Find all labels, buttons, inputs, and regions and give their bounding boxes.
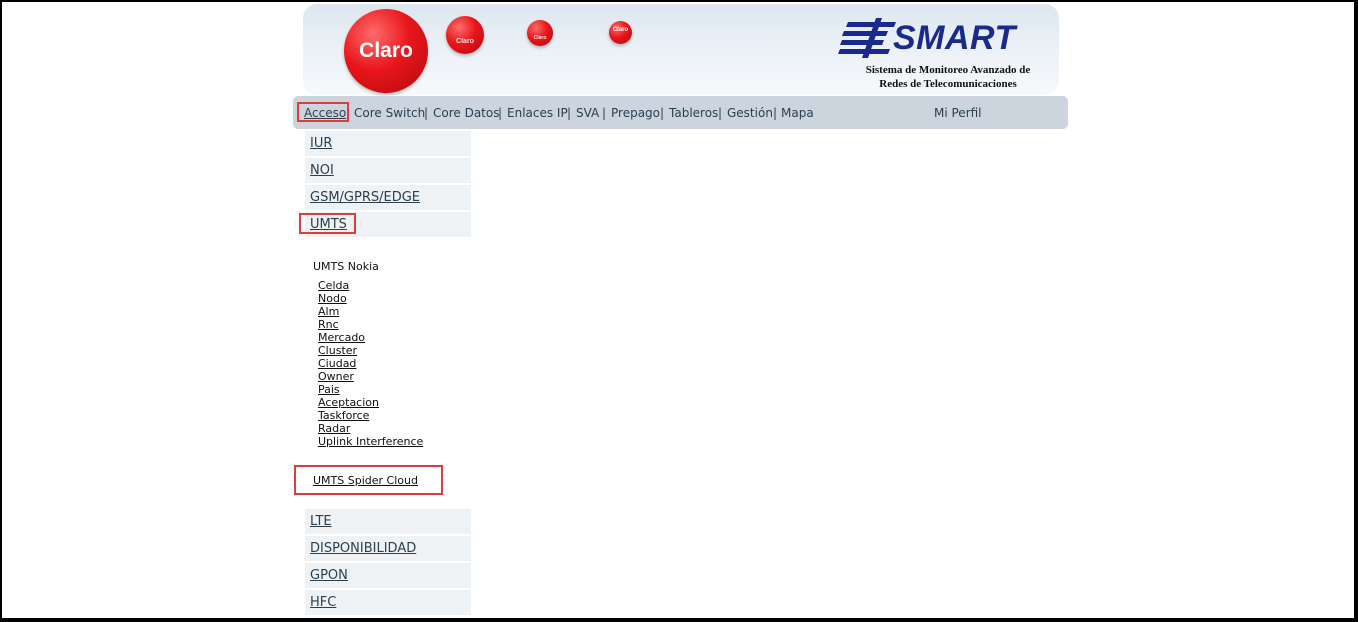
nav-gestion[interactable]: Gestión: [727, 105, 773, 121]
claro-ball-tiny: Claro: [609, 21, 632, 44]
nav-tableros[interactable]: Tableros: [669, 105, 718, 121]
submenu-link-taskforce[interactable]: Taskforce: [318, 409, 369, 422]
menu-item-hfc[interactable]: HFC: [310, 595, 336, 611]
claro-ball-tiny-text: Claro: [612, 27, 629, 33]
nav-separator: |: [718, 106, 723, 120]
submenu-link-ciudad[interactable]: Ciudad: [318, 357, 356, 370]
claro-ball-medium: Claro: [446, 16, 484, 54]
claro-ball-medium-text: Claro: [456, 38, 474, 45]
submenu-link-alm[interactable]: Alm: [318, 305, 339, 318]
submenu-link-pais[interactable]: Pais: [318, 383, 340, 396]
claro-logo-text: Claro: [359, 39, 413, 62]
nav-mi-perfil[interactable]: Mi Perfil: [934, 105, 982, 121]
tagline-line1: Sistema de Monitoreo Avanzado de: [865, 64, 1031, 76]
nav-acceso-highlight: [297, 102, 349, 122]
claro-logo-ball: Claro: [344, 9, 428, 93]
submenu-link-cluster[interactable]: Cluster: [318, 344, 357, 357]
claro-ball-small-text: Claro: [533, 35, 547, 41]
smart-logo-mark: [838, 18, 896, 58]
submenu-link-rnc[interactable]: Rnc: [318, 318, 339, 331]
nav-core-datos[interactable]: Core Datos: [433, 105, 499, 121]
nav-separator: |: [773, 106, 778, 120]
submenu-link-aceptacion[interactable]: Aceptacion: [318, 396, 379, 409]
tagline-line2: Redes de Telecomunicaciones: [879, 78, 1017, 90]
nav-sva[interactable]: SVA: [576, 105, 599, 121]
nav-mapa[interactable]: Mapa: [781, 105, 814, 121]
nav-prepago[interactable]: Prepago: [611, 105, 660, 121]
menu-item-noi[interactable]: NOI: [310, 163, 334, 179]
nav-separator: |: [424, 106, 429, 120]
menu-item-gsm-gprs-edge[interactable]: GSM/GPRS/EDGE: [310, 190, 420, 206]
menu-umts-highlight: [299, 213, 356, 234]
menu-item-disponibilidad[interactable]: DISPONIBILIDAD: [310, 541, 416, 557]
umts-nokia-title: UMTS Nokia: [313, 260, 379, 273]
submenu-link-celda[interactable]: Celda: [318, 279, 349, 292]
submenu-link-uplink-interference[interactable]: Uplink Interference: [318, 435, 423, 448]
menu-item-gpon[interactable]: GPON: [310, 568, 348, 584]
nav-separator: |: [660, 106, 665, 120]
nav-separator: |: [567, 106, 572, 120]
spider-cloud-highlight: [294, 465, 443, 495]
nav-separator: |: [602, 106, 607, 120]
nav-core-switch[interactable]: Core Switch: [354, 105, 425, 121]
smart-title: SMART: [893, 19, 1016, 57]
claro-ball-small: Claro: [527, 20, 553, 46]
menu-item-lte[interactable]: LTE: [310, 514, 332, 530]
submenu-link-radar[interactable]: Radar: [318, 422, 350, 435]
nav-separator: |: [498, 106, 503, 120]
submenu-link-mercado[interactable]: Mercado: [318, 331, 365, 344]
submenu-link-nodo[interactable]: Nodo: [318, 292, 347, 305]
submenu-link-owner[interactable]: Owner: [318, 370, 354, 383]
nav-enlaces-ip[interactable]: Enlaces IP: [507, 105, 568, 121]
menu-item-iur[interactable]: IUR: [310, 136, 332, 152]
